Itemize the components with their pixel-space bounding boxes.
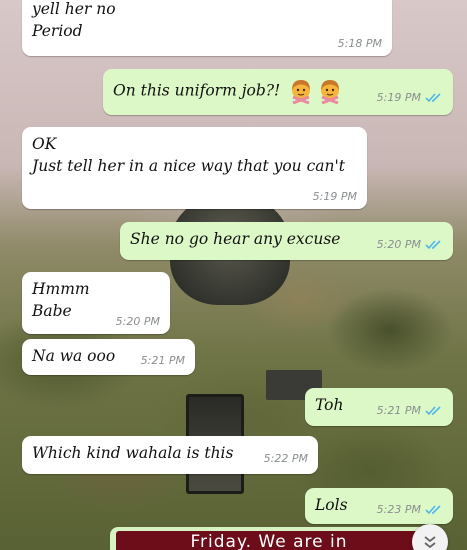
message-text: On this uniform job?! bbox=[113, 81, 281, 100]
message-text: yell her no Period bbox=[32, 0, 116, 40]
woman-gesturing-no-icon bbox=[321, 80, 340, 104]
message-bubble-incoming[interactable]: yell her no Period 5:18 PM bbox=[22, 0, 392, 56]
message-bubble-incoming[interactable]: Hmmm Babe 5:20 PM bbox=[22, 272, 170, 334]
woman-gesturing-no-icon bbox=[292, 80, 311, 104]
message-time: 5:21 PM bbox=[140, 354, 185, 367]
message-bubble-outgoing[interactable]: Toh 5:21 PM bbox=[305, 388, 453, 426]
message-time: 5:22 PM bbox=[263, 452, 308, 465]
message-time: 5:19 PM bbox=[312, 190, 357, 203]
message-time: 5:20 PM bbox=[115, 315, 160, 328]
message-text: She no go hear any excuse bbox=[130, 230, 341, 248]
message-bubble-incoming[interactable]: Which kind wahala is this 5:22 PM bbox=[22, 436, 318, 474]
message-text: Friday. We are in bbox=[116, 531, 422, 550]
message-bubble-outgoing-partial[interactable]: Friday. We are in bbox=[110, 527, 428, 550]
message-bubble-outgoing[interactable]: She no go hear any excuse 5:20 PM bbox=[120, 222, 453, 260]
read-receipt-icon bbox=[425, 406, 441, 416]
message-bubble-outgoing[interactable]: On this uniform job?! 5:19 PM bbox=[103, 69, 453, 115]
message-text: Lols bbox=[315, 496, 348, 514]
read-receipt-icon bbox=[425, 505, 441, 515]
read-receipt-icon bbox=[425, 93, 441, 103]
double-chevron-down-icon bbox=[424, 536, 436, 549]
message-bubble-incoming[interactable]: Na wa ooo 5:21 PM bbox=[22, 339, 195, 375]
message-bubble-incoming[interactable]: OK Just tell her in a nice way that you … bbox=[22, 127, 367, 209]
message-time: 5:21 PM bbox=[377, 404, 443, 417]
message-time: 5:19 PM bbox=[377, 91, 443, 104]
message-text: Toh bbox=[315, 396, 344, 414]
message-time: 5:18 PM bbox=[337, 37, 382, 50]
message-bubble-outgoing[interactable]: Lols 5:23 PM bbox=[305, 488, 453, 524]
read-receipt-icon bbox=[425, 240, 441, 250]
message-text: OK Just tell her in a nice way that you … bbox=[32, 135, 345, 175]
message-text: Na wa ooo bbox=[32, 347, 116, 365]
message-time: 5:20 PM bbox=[377, 238, 443, 251]
message-text: Which kind wahala is this bbox=[32, 444, 234, 462]
message-time: 5:23 PM bbox=[377, 503, 443, 516]
